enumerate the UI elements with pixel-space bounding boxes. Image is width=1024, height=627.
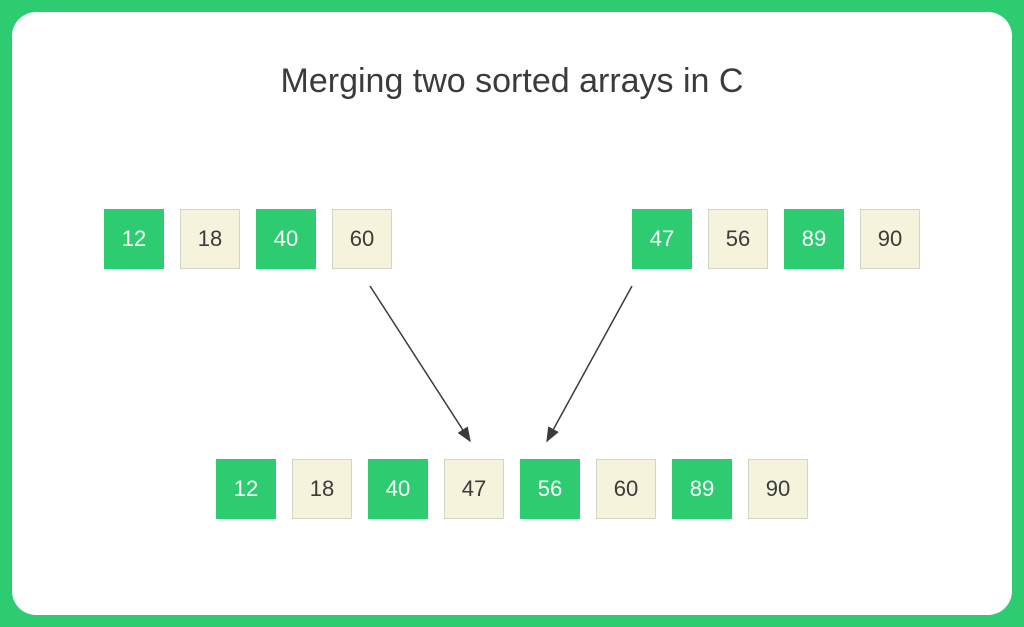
- input-array-right: 47 56 89 90: [632, 209, 920, 269]
- left-array-cell-2: 40: [256, 209, 316, 269]
- merged-array-cell-3: 47: [444, 459, 504, 519]
- input-array-left: 12 18 40 60: [104, 209, 392, 269]
- left-array-cell-1: 18: [180, 209, 240, 269]
- merge-arrow-0: [370, 286, 470, 441]
- merged-array-cell-6: 89: [672, 459, 732, 519]
- left-array-cell-0: 12: [104, 209, 164, 269]
- merged-array-cell-2: 40: [368, 459, 428, 519]
- merged-array-cell-1: 18: [292, 459, 352, 519]
- diagram-card: Merging two sorted arrays in C 12 18 40 60 …: [12, 12, 1012, 615]
- right-array-cell-3: 90: [860, 209, 920, 269]
- merged-array: 12 18 40 47 56 60 89 90: [216, 459, 808, 519]
- merged-array-cell-5: 60: [596, 459, 656, 519]
- merge-arrow-1: [547, 286, 632, 441]
- right-array-cell-0: 47: [632, 209, 692, 269]
- merged-array-cell-7: 90: [748, 459, 808, 519]
- right-array-cell-1: 56: [708, 209, 768, 269]
- diagram-title: Merging two sorted arrays in C: [52, 62, 972, 101]
- right-array-cell-2: 89: [784, 209, 844, 269]
- merged-array-cell-0: 12: [216, 459, 276, 519]
- left-array-cell-3: 60: [332, 209, 392, 269]
- merged-array-cell-4: 56: [520, 459, 580, 519]
- diagram-stage: 12 18 40 60 47 56 89 90 12 18 40 47 56 60 89 90: [52, 101, 972, 581]
